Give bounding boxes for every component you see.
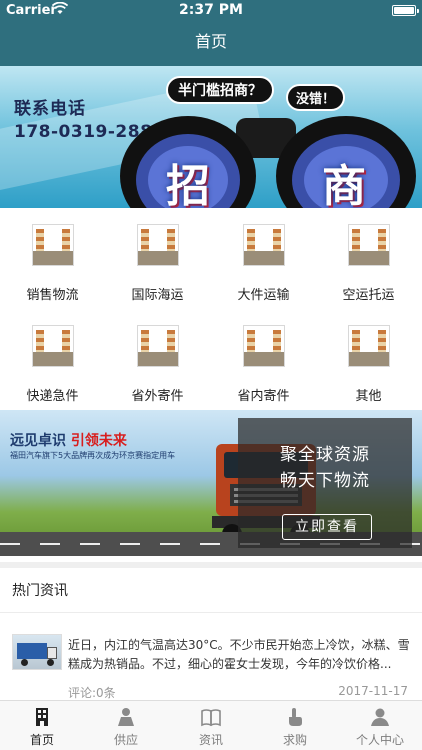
category-out-of-province[interactable]: 省外寄件 [105,309,210,409]
category-other[interactable]: 其他 [316,309,421,409]
answer-bubble: 没错！ [286,84,346,111]
view-now-button[interactable]: 立即查看 [282,514,372,540]
warehouse-photo-icon [32,224,74,266]
banner-char-left: 招 [166,161,210,208]
warehouse-photo-icon [348,325,390,367]
hot-news-section: 热门资讯 近日，内江的气温高达30°C。不少市民开始恋上冷饮，冰糕、雪糕成为热销… [0,562,422,700]
news-comment-count: 评论:0条 [68,686,116,700]
news-summary: 近日，内江的气温高达30°C。不少市民开始恋上冷饮，冰糕、雪糕成为热销品。不过，… [68,638,410,671]
question-bubble: 半门槛招商？ [166,76,274,104]
warehouse-photo-icon [348,224,390,266]
tab-purchase[interactable]: 求购 [253,701,337,750]
warehouse-photo-icon [137,325,179,367]
book-icon [201,709,221,727]
category-label: 大件运输 [237,288,290,303]
warehouse-photo-icon [137,224,179,266]
tab-label: 资讯 [198,733,223,747]
user-center-icon [371,708,389,726]
banner-char-right: 商 [322,161,366,208]
category-sales-logistics[interactable]: 销售物流 [0,208,105,308]
category-label: 国际海运 [131,288,184,303]
warehouse-photo-icon [32,325,74,367]
tab-label: 求购 [282,733,307,747]
promo-banner[interactable]: 远见卓识 引领未来 福田汽车旗下5大品牌再次成为环京赛指定用车 聚全球资源 畅天… [0,410,422,556]
app-screen: Carrier 2:37 PM 首页 联系电话 178-0319-2888 招 … [0,0,422,750]
tab-supply[interactable]: 供应 [84,701,168,750]
category-in-province[interactable]: 省内寄件 [211,309,316,409]
clock: 2:37 PM [179,2,243,18]
battery-icon [392,5,419,16]
category-label: 空运托运 [342,288,395,303]
tab-news[interactable]: 资讯 [169,701,253,750]
nav-title: 首页 [194,32,227,51]
category-label: 销售物流 [26,288,79,303]
promo-subline: 福田汽车旗下5大品牌再次成为环京赛指定用车 [10,451,176,460]
category-label: 省内寄件 [237,389,290,404]
promo-slogan: 远见卓识 引领未来 [10,433,127,449]
category-label: 其他 [355,389,382,404]
category-international-shipping[interactable]: 国际海运 [105,208,210,308]
news-date: 2017-11-17 [338,684,408,698]
tab-label: 供应 [113,733,138,747]
tab-home[interactable]: 首页 [0,701,84,750]
header: Carrier 2:37 PM 首页 [0,0,422,66]
category-express[interactable]: 快递急件 [0,309,105,409]
category-oversize-transport[interactable]: 大件运输 [211,208,316,308]
section-title: 热门资讯 [12,583,68,599]
divider [0,612,422,613]
person-icon [118,708,134,726]
contact-label: 联系电话 [14,99,86,119]
warehouse-photo-icon [243,224,285,266]
category-air-freight[interactable]: 空运托运 [316,208,421,308]
category-label: 快递急件 [26,389,79,404]
promo-overlay: 聚全球资源 畅天下物流 立即查看 [238,418,412,548]
investment-banner[interactable]: 联系电话 178-0319-2888 招 商 半门槛招商？ 没错！ [0,66,422,208]
building-icon [36,708,48,726]
tab-profile[interactable]: 个人中心 [338,701,422,750]
category-label: 省外寄件 [131,389,184,404]
category-grid: 销售物流 国际海运 大件运输 空运托运 快递急件 省外寄件 省内寄件 其他 [0,208,422,410]
tab-bar: 首页 供应 资讯 求购 个人中心 [0,700,422,750]
status-bar: Carrier 2:37 PM [0,0,422,22]
hand-tap-icon [289,708,302,726]
warehouse-photo-icon [243,325,285,367]
news-thumbnail [12,634,62,670]
promo-line-1: 聚全球资源 [280,445,370,465]
tab-label: 首页 [29,733,54,747]
promo-line-2: 畅天下物流 [280,471,370,491]
tab-label: 个人中心 [355,733,404,747]
